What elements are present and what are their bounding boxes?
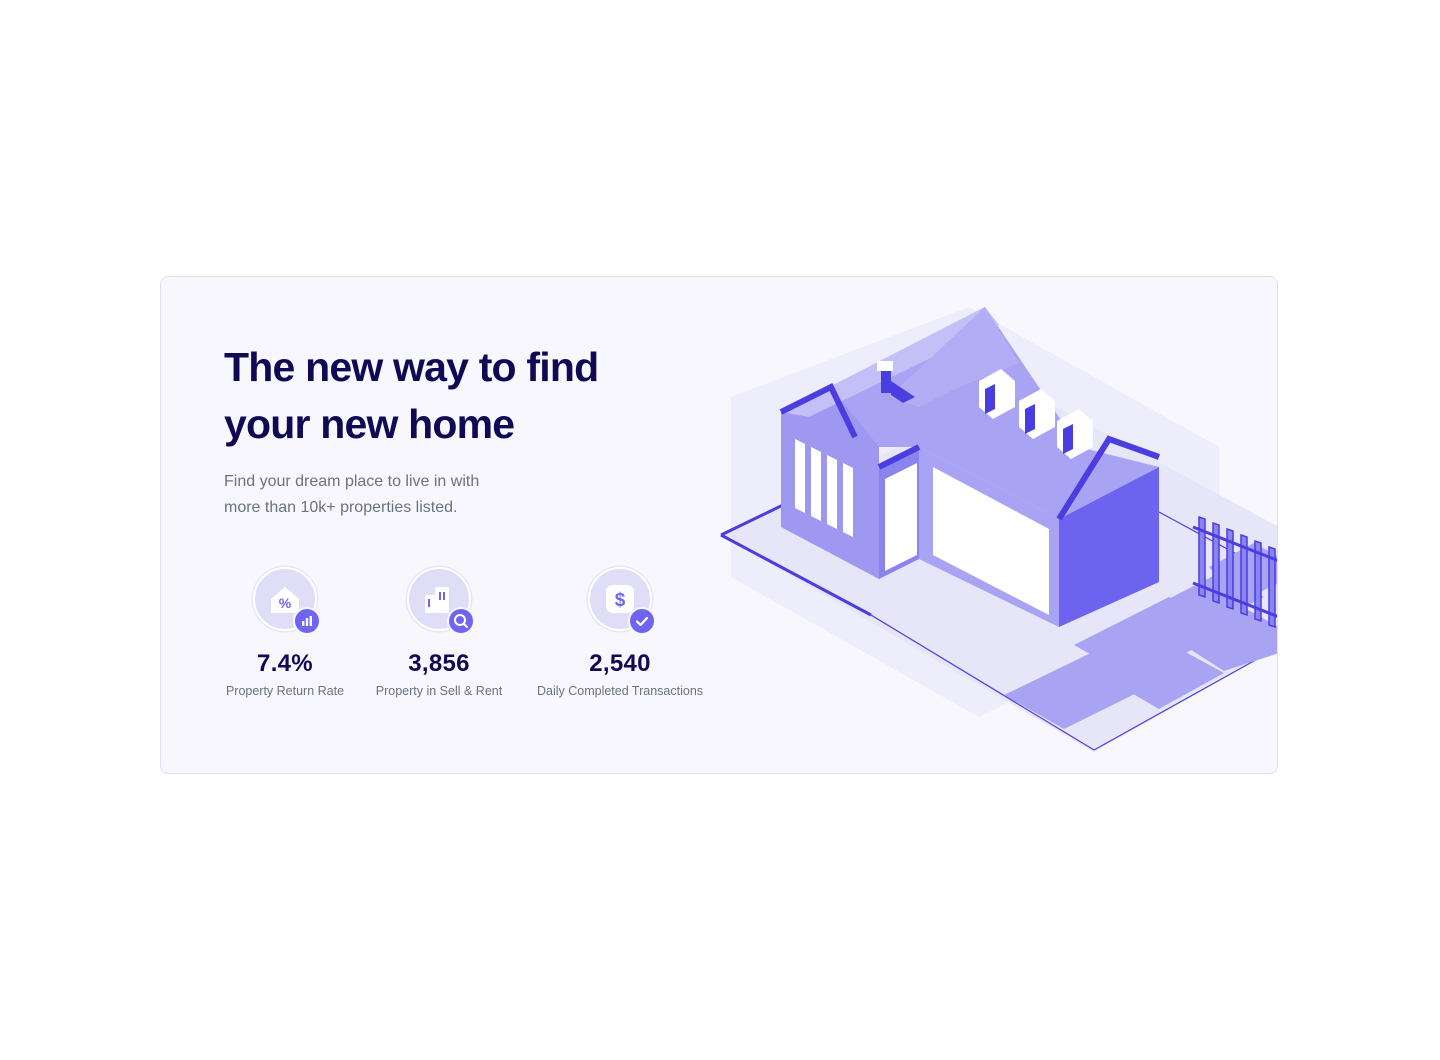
hero-headline: The new way to find your new home bbox=[224, 339, 644, 453]
stat-label: Daily Completed Transactions bbox=[536, 684, 704, 698]
hero-subtitle: Find your dream place to live in with mo… bbox=[224, 469, 524, 521]
check-icon bbox=[628, 607, 656, 635]
hero-headline-line-1: The new way to find bbox=[224, 344, 599, 390]
stat-label: Property in Sell & Rent bbox=[375, 684, 503, 698]
svg-text:$: $ bbox=[615, 590, 626, 611]
bar-chart-icon bbox=[293, 607, 321, 635]
stat-transactions: $ 2,540 Daily Completed Transactions bbox=[533, 567, 707, 699]
hero-headline-line-2: your new home bbox=[224, 401, 515, 447]
stat-properties: 3,856 Property in Sell & Rent bbox=[374, 567, 504, 699]
stat-value: 3,856 bbox=[408, 650, 470, 677]
stat-value: 2,540 bbox=[589, 650, 651, 677]
hero-card: The new way to find your new home Find y… bbox=[160, 276, 1278, 774]
stat-label: Property Return Rate bbox=[225, 684, 345, 698]
svg-text:%: % bbox=[279, 595, 292, 611]
hero-subtitle-line-2: more than 10k+ properties listed. bbox=[224, 499, 458, 516]
search-icon bbox=[447, 607, 475, 635]
stat-value: 7.4% bbox=[257, 650, 313, 677]
stat-icon-container bbox=[407, 567, 475, 635]
isometric-house-illustration bbox=[720, 307, 1277, 752]
stat-icon-container: % bbox=[253, 567, 321, 635]
stat-icon-container: $ bbox=[588, 567, 656, 635]
hero-subtitle-line-1: Find your dream place to live in with bbox=[224, 473, 480, 490]
stat-return-rate: % 7.4% Property Return Rate bbox=[224, 567, 346, 699]
